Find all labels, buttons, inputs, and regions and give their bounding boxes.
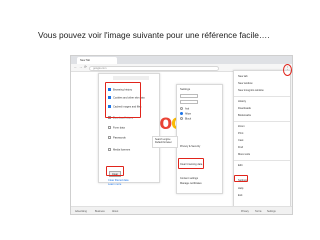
menu-item-new-tab[interactable]: New tab: [238, 75, 248, 78]
option-ask[interactable]: Ask: [180, 107, 189, 111]
option-label: Block: [185, 117, 192, 121]
footer-link[interactable]: About: [112, 210, 118, 213]
radio-icon: [180, 117, 183, 120]
highlight-menu-button: [283, 64, 292, 76]
option-label: Ask: [185, 107, 190, 111]
menu-item-edit[interactable]: Edit: [238, 164, 242, 167]
menu-item-bookmarks[interactable]: Bookmarks: [238, 114, 251, 117]
settings-search-field[interactable]: [180, 94, 198, 98]
menu-item-downloads[interactable]: Downloads: [238, 107, 251, 110]
privacy-security-row[interactable]: Privacy & Security: [180, 145, 200, 148]
footer-bar: Advertising Business About Privacy Terms…: [71, 206, 292, 214]
option-label: Allow: [185, 112, 191, 116]
back-arrow-icon[interactable]: ←: [74, 65, 77, 69]
chrome-menu: New tab New window New incognito window …: [233, 70, 291, 210]
checkbox-label: Passwords: [113, 136, 126, 140]
menu-item-find[interactable]: Find: [238, 146, 243, 149]
address-bar[interactable]: google.com: [89, 65, 219, 71]
browser-tab[interactable]: New Tab: [77, 57, 117, 64]
menu-item-incognito[interactable]: New incognito window: [238, 89, 264, 92]
checkbox-icon: [108, 126, 111, 129]
highlight-clear-browsing-data: [178, 158, 204, 169]
manage-certificates-row[interactable]: Manage certificates: [180, 182, 202, 185]
menu-divider: [234, 160, 290, 161]
settings-panel: Settings Ask Allow Block Privacy & Secur…: [176, 84, 223, 194]
highlight-settings-item: [234, 175, 248, 182]
reload-icon[interactable]: ⟳: [84, 65, 87, 69]
footer-link[interactable]: Privacy: [241, 210, 249, 213]
settings-title: Settings: [180, 87, 191, 91]
footer-link[interactable]: Business: [95, 210, 105, 213]
radio-icon: [180, 112, 183, 115]
settings-subpanel: Search engine Default browser: [152, 136, 178, 148]
checkbox-label: Media licenses: [113, 148, 131, 152]
settings-dropdown[interactable]: [180, 100, 198, 104]
checkbox-form-data[interactable]: Form data: [108, 126, 125, 130]
option-block[interactable]: Block: [180, 117, 191, 121]
checkbox-label: Form data: [113, 126, 125, 130]
checkbox-icon: [108, 136, 111, 139]
menu-item-zoom[interactable]: Zoom: [238, 125, 245, 128]
subpanel-row[interactable]: Default browser: [155, 141, 175, 144]
footer-link[interactable]: Settings: [267, 210, 276, 213]
menu-divider: [234, 121, 290, 122]
menu-item-help[interactable]: Help: [238, 187, 243, 190]
menu-item-cast[interactable]: Cast: [238, 139, 243, 142]
menu-divider: [234, 96, 290, 97]
checkbox-media-licenses[interactable]: Media licenses: [108, 148, 130, 152]
logo-letter-2: o: [159, 111, 172, 134]
footer-link[interactable]: Advertising: [75, 210, 87, 213]
menu-item-history[interactable]: History: [238, 100, 246, 103]
menu-item-more-tools[interactable]: More tools: [238, 153, 250, 156]
clear-filtered-link[interactable]: Clear filtered data: [108, 179, 128, 182]
option-allow[interactable]: Allow: [180, 112, 191, 116]
forward-arrow-icon[interactable]: →: [79, 65, 82, 69]
page-caption: Vous pouvez voir l'image suivante pour u…: [38, 30, 270, 40]
menu-item-new-window[interactable]: New window: [238, 82, 253, 85]
highlight-checkboxes: [105, 82, 141, 118]
checkbox-icon: [108, 148, 111, 151]
menu-item-print[interactable]: Print: [238, 132, 243, 135]
highlight-clear-button: [106, 166, 124, 176]
learn-more-link[interactable]: Learn more: [108, 183, 121, 186]
tab-strip: New Tab: [71, 56, 292, 64]
browser-screenshot: New Tab ← → ⟳ google.com ⋮ Goo Browsing …: [70, 55, 293, 215]
radio-icon: [180, 107, 183, 110]
checkbox-passwords[interactable]: Passwords: [108, 136, 126, 140]
content-settings-row[interactable]: Content settings: [180, 177, 198, 180]
menu-item-exit[interactable]: Exit: [238, 194, 242, 197]
dialog-header: [113, 76, 149, 80]
footer-link[interactable]: Terms: [255, 210, 262, 213]
